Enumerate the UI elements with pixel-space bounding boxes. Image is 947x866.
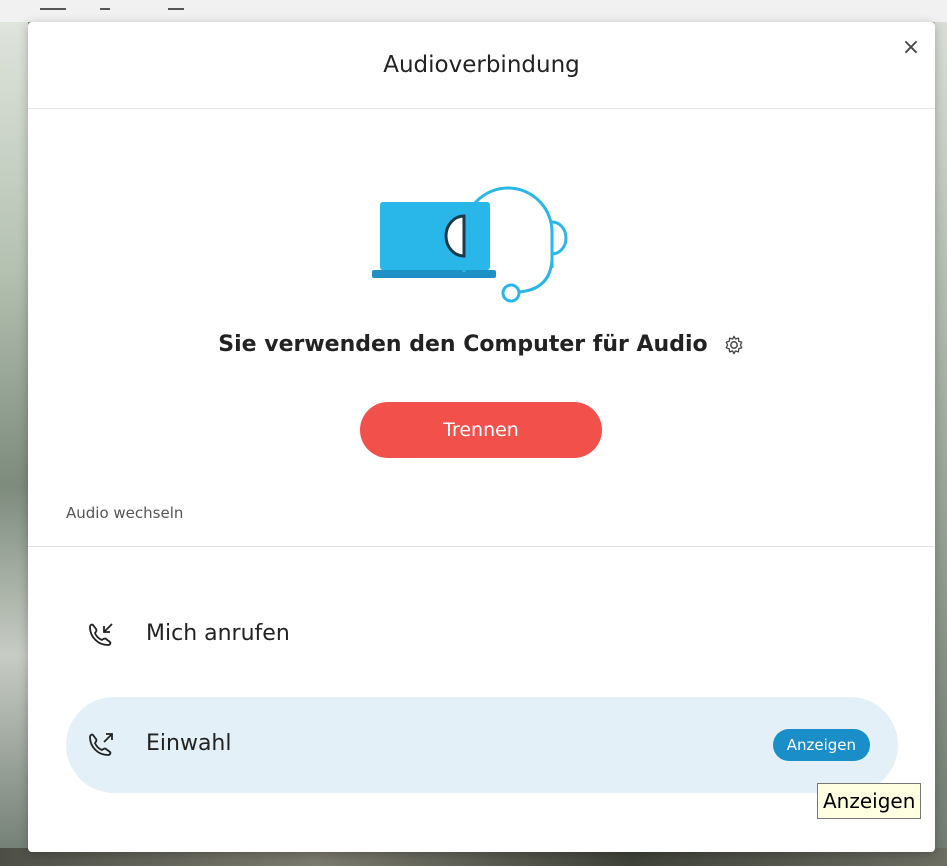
option-label: Mich anrufen [146,621,290,646]
background-left [0,22,28,866]
phone-outgoing-icon [89,733,113,756]
option-label: Einwahl [146,731,232,756]
tooltip: Anzeigen [817,783,922,819]
divider [28,546,935,547]
switch-audio-label: Audio wechseln [66,504,184,522]
dialog-title: Audioverbindung [383,52,580,78]
option-dial-in[interactable]: Einwahl Anzeigen [66,697,898,793]
background-right [935,22,947,866]
option-call-me[interactable]: Mich anrufen [66,587,898,683]
dialog-header: Audioverbindung × [28,22,935,109]
background-marks [40,0,200,10]
status-text: Sie verwenden den Computer für Audio [218,332,708,357]
gear-icon[interactable] [723,334,745,356]
status-row: Sie verwenden den Computer für Audio [28,332,935,357]
disconnect-button[interactable]: Trennen [360,402,602,458]
close-icon[interactable]: × [899,36,923,60]
phone-incoming-icon [89,623,113,646]
show-button[interactable]: Anzeigen [772,729,870,761]
audio-connection-dialog: Audioverbindung × Sie verwenden den Comp… [28,22,935,852]
laptop-headset-icon [372,186,568,303]
